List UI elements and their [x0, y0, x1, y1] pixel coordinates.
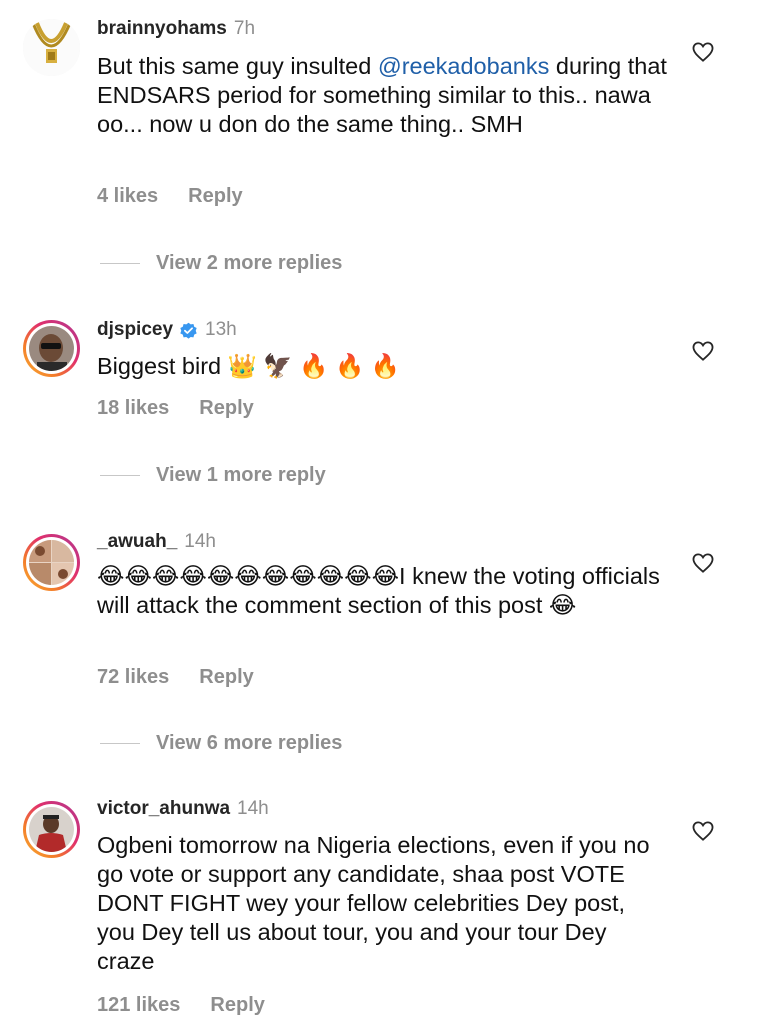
- mention-link[interactable]: @reekadobanks: [378, 53, 550, 79]
- collage-avatar-icon: [29, 540, 74, 585]
- person-red-shirt-avatar-icon: [29, 807, 74, 852]
- view-more-label: View 1 more reply: [156, 463, 326, 486]
- likes-count[interactable]: 18 likes: [97, 397, 169, 419]
- heart-icon[interactable]: [692, 821, 714, 841]
- username[interactable]: victor_ahunwa: [97, 797, 230, 821]
- view-more-replies[interactable]: View 6 more replies: [100, 731, 342, 755]
- divider: [100, 742, 140, 744]
- reply-button[interactable]: Reply: [199, 397, 253, 419]
- reply-button[interactable]: Reply: [188, 185, 242, 207]
- comment-text: But this same guy insulted @reekadobanks…: [97, 53, 667, 137]
- username[interactable]: djspicey: [97, 318, 173, 342]
- likes-count[interactable]: 72 likes: [97, 666, 169, 688]
- likes-count[interactable]: 121 likes: [97, 994, 180, 1016]
- timestamp: 13h: [205, 319, 237, 340]
- comment-text: Ogbeni tomorrow na Nigeria elections, ev…: [97, 832, 650, 974]
- timestamp: 14h: [184, 531, 216, 552]
- avatar[interactable]: [23, 534, 80, 591]
- avatar[interactable]: [23, 801, 80, 858]
- divider: [100, 262, 140, 264]
- heart-icon[interactable]: [692, 42, 714, 62]
- avatar[interactable]: [23, 320, 80, 377]
- username[interactable]: _awuah_: [97, 530, 177, 554]
- avatar[interactable]: [23, 19, 80, 76]
- person-sunglasses-avatar-icon: [29, 326, 74, 371]
- view-more-replies[interactable]: View 2 more replies: [100, 251, 342, 275]
- timestamp: 7h: [233, 18, 256, 39]
- username[interactable]: brainnyohams: [97, 17, 227, 41]
- comment-text: Biggest bird 👑 🦅 🔥 🔥 🔥: [97, 353, 401, 379]
- likes-count[interactable]: 4 likes: [97, 185, 158, 207]
- reply-button[interactable]: Reply: [210, 994, 264, 1016]
- reply-button[interactable]: Reply: [199, 666, 253, 688]
- timestamp: 14h: [237, 798, 269, 819]
- view-more-label: View 2 more replies: [156, 251, 343, 274]
- gold-chain-avatar-icon: [23, 19, 80, 76]
- view-more-replies[interactable]: View 1 more reply: [100, 463, 326, 487]
- heart-icon[interactable]: [692, 341, 714, 361]
- verified-badge-icon: [180, 322, 197, 339]
- divider: [100, 474, 140, 476]
- view-more-label: View 6 more replies: [156, 731, 343, 754]
- comment-text: 😂😂😂😂😂😂😂😂😂😂😂I knew the voting officials w…: [97, 563, 660, 618]
- heart-icon[interactable]: [692, 553, 714, 573]
